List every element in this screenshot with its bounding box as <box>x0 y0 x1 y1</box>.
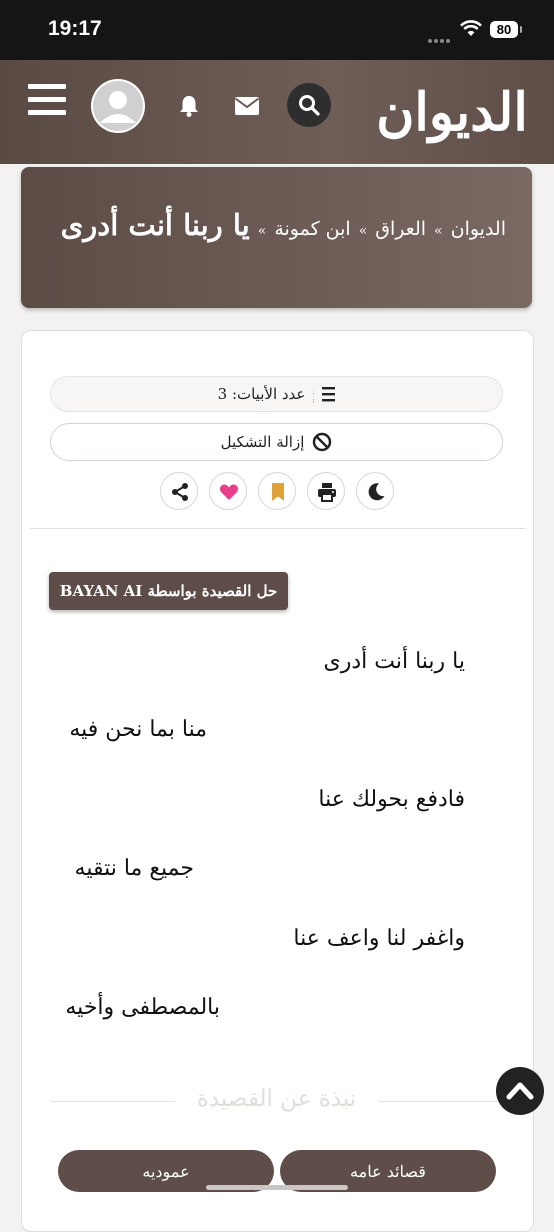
verse-first-half: فادفع بحولك عنا <box>318 787 465 812</box>
list-numbered-icon: 1 2 3 <box>313 386 336 403</box>
breadcrumb-item-diwan[interactable]: الديوان <box>451 218 506 240</box>
bookmark-button[interactable] <box>258 472 296 510</box>
mail-icon[interactable] <box>234 96 260 116</box>
verse-count-badge: 1 2 3 عدد الأبيات: 3 <box>50 376 503 412</box>
breadcrumb: الديوان » العراق » ابن كمونة » يا ربنا أنت أدر… <box>41 201 506 255</box>
avatar-icon <box>93 81 143 131</box>
verse-first-half: يا ربنا أنت أدرى <box>323 649 466 674</box>
page-title: يا ربنا أنت أدرى <box>60 208 250 242</box>
breadcrumb-separator: » <box>434 223 443 239</box>
menu-icon[interactable] <box>28 84 66 118</box>
divider <box>378 1101 503 1102</box>
signal-icon <box>428 28 454 43</box>
favorite-button[interactable] <box>209 472 247 510</box>
verse-first-half: واغفر لنا واعف عنا <box>293 926 465 951</box>
site-header: الديوان <box>0 60 554 164</box>
print-button[interactable] <box>307 472 345 510</box>
breadcrumb-separator: » <box>257 223 267 239</box>
scroll-to-top-button[interactable] <box>496 1067 544 1115</box>
divider <box>29 528 526 529</box>
remove-tashkeel-label: إزالة التشكيل <box>220 433 305 451</box>
bell-icon[interactable] <box>178 94 200 118</box>
ban-icon <box>313 432 332 452</box>
print-icon <box>318 483 336 502</box>
heart-icon <box>220 484 238 500</box>
search-icon <box>299 95 320 116</box>
breadcrumb-separator: » <box>358 223 368 239</box>
search-button[interactable] <box>287 83 331 127</box>
breadcrumb-item-iraq[interactable]: العراق <box>375 218 426 240</box>
breadcrumb-item-poet[interactable]: ابن كمونة <box>274 218 350 240</box>
about-poem-heading: نبذة عن القصيدة <box>50 1086 503 1116</box>
bookmark-icon <box>272 483 284 501</box>
verse-count-label: عدد الأبيات: 3 <box>217 385 306 403</box>
poem-actions <box>160 472 400 510</box>
status-time: 19:17 <box>48 17 102 40</box>
chevron-up-icon <box>506 1082 534 1100</box>
breadcrumb-card: الديوان » العراق » ابن كمونة » يا ربنا أنت أدر… <box>21 167 532 308</box>
verse-second-half: بالمصطفى وأخيه <box>65 995 220 1020</box>
about-poem-label: نبذة عن القصيدة <box>196 1086 357 1112</box>
home-indicator <box>206 1185 348 1190</box>
bayan-ai-button[interactable]: حل القصيدة بواسطة BAYAN AI <box>49 572 288 610</box>
site-logo[interactable]: الديوان <box>372 64 532 154</box>
svg-text:3: 3 <box>313 398 314 403</box>
poem-card: 1 2 3 عدد الأبيات: 3 إزالة التشكيل <box>21 330 534 1232</box>
dark-mode-button[interactable] <box>356 472 394 510</box>
remove-tashkeel-button[interactable]: إزالة التشكيل <box>50 423 503 461</box>
verse-second-half: منا بما نحن فيه <box>69 717 207 742</box>
battery-indicator: 80 <box>490 21 522 38</box>
share-button[interactable] <box>160 472 198 510</box>
avatar[interactable] <box>91 79 145 133</box>
verse-second-half: جميع ما نتقيه <box>74 856 194 881</box>
wifi-icon <box>460 20 482 36</box>
moon-icon <box>368 483 385 501</box>
share-icon <box>172 483 188 501</box>
svg-text:الديوان: الديوان <box>376 82 528 144</box>
status-bar: 19:17 80 <box>0 0 554 60</box>
